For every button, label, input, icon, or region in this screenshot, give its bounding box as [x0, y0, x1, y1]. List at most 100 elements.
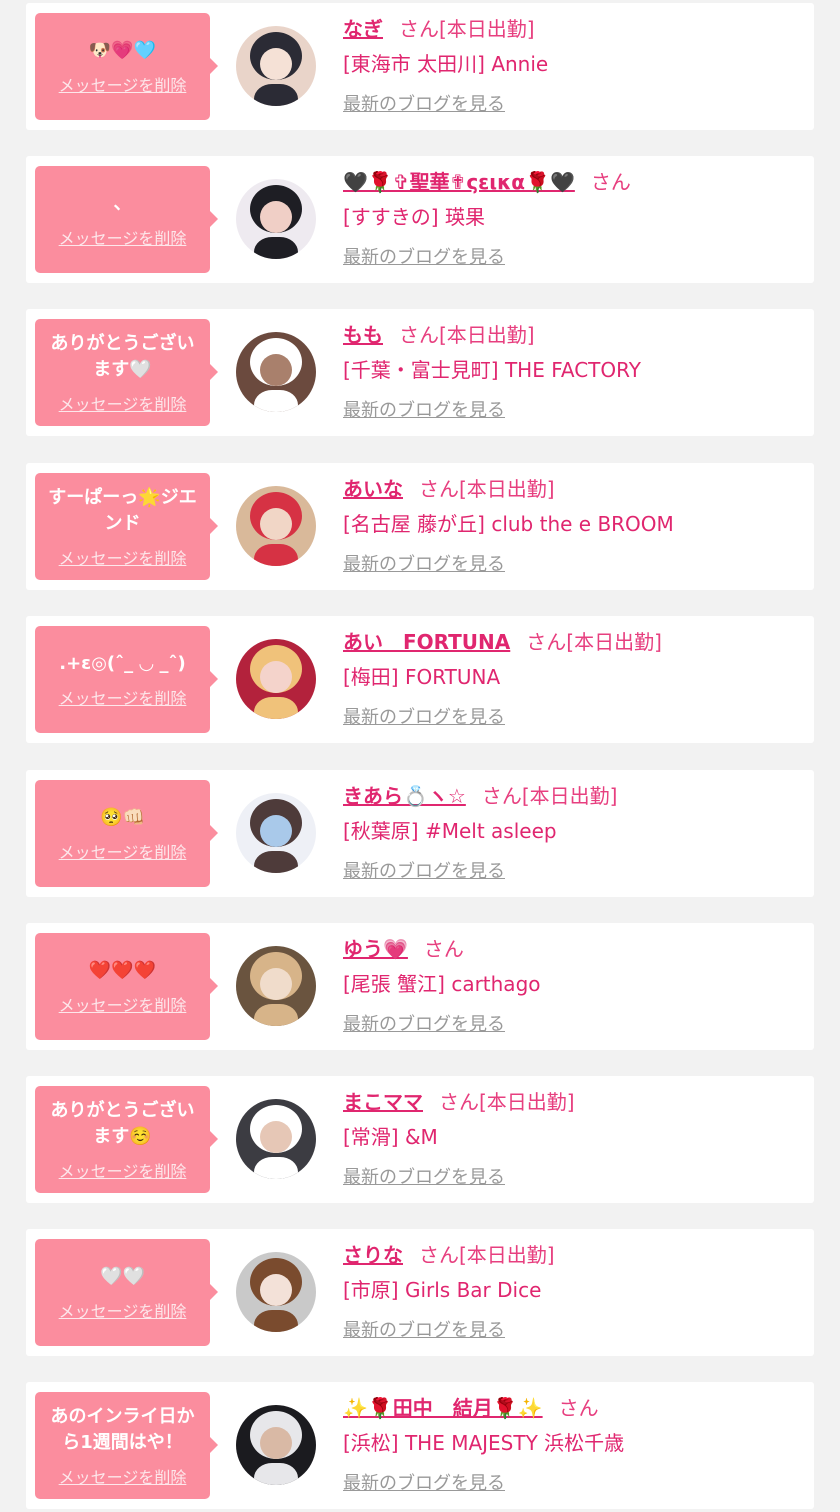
message-bubble: ありがとうござい ます☺️ メッセージを削除	[35, 1086, 218, 1193]
delete-message-link[interactable]: メッセージを削除	[59, 992, 187, 1016]
cast-name-line: なぎ さん[本日出勤]	[343, 15, 535, 43]
attendance-status: [本日出勤]	[459, 1243, 555, 1267]
avatar-photo	[236, 1099, 316, 1179]
avatar[interactable]	[236, 946, 316, 1026]
honorific-label: さん	[419, 1243, 459, 1267]
honorific-label: さん	[590, 170, 631, 194]
message-text: 🥺👊🏻	[100, 806, 145, 828]
shop-info: [秋葉原] #Melt asleep	[343, 819, 557, 843]
honorific-label: さん	[419, 477, 459, 501]
message-card: ありがとうござい ます☺️ メッセージを削除 まこママ さん[本日出勤] [常滑]…	[26, 1076, 814, 1203]
avatar[interactable]	[236, 793, 316, 873]
avatar[interactable]	[236, 639, 316, 719]
message-text: すーぱーっ🌟ジエ ンド	[48, 486, 197, 534]
message-bubble: 🤍🤍 メッセージを削除	[35, 1239, 218, 1346]
latest-blog-link[interactable]: 最新のブログを見る	[343, 1012, 505, 1038]
message-card: .+ε◎(ˆ_ ◡ _ˆ) メッセージを削除 あい FORTUNA さん[本日出勤…	[26, 616, 814, 743]
honorific-label: さん	[481, 784, 522, 808]
cast-name-line: 🖤🌹✞聖華✟ςεικα🌹🖤 さん	[343, 168, 631, 196]
latest-blog-link[interactable]: 最新のブログを見る	[343, 92, 505, 118]
delete-message-link[interactable]: メッセージを削除	[59, 839, 187, 863]
message-bubble: 🐶💗🩵 メッセージを削除	[35, 13, 218, 120]
shop-info: [すすきの] 瑛果	[343, 205, 485, 229]
cast-name-link[interactable]: あい FORTUNA	[343, 630, 510, 654]
message-card: すーぱーっ🌟ジエ ンド メッセージを削除 あいな さん[本日出勤] [名古屋 藤が…	[26, 463, 814, 590]
cast-name-line: あいな さん[本日出勤]	[343, 475, 555, 503]
delete-message-link[interactable]: メッセージを削除	[59, 1158, 187, 1182]
honorific-label: さん	[558, 1396, 599, 1420]
message-card: 🐶💗🩵 メッセージを削除 なぎ さん[本日出勤] [東海市 太田川] Annie …	[26, 3, 814, 130]
message-text: 🤍🤍	[100, 1265, 145, 1287]
delete-message-link[interactable]: メッセージを削除	[59, 391, 187, 415]
message-text: ❤️❤️❤️	[88, 959, 157, 981]
message-text: .+ε◎(ˆ_ ◡ _ˆ)	[59, 652, 186, 674]
avatar-photo	[236, 179, 316, 259]
avatar-photo	[236, 332, 316, 412]
avatar[interactable]	[236, 332, 316, 412]
cast-name-link[interactable]: きあら💍ヽ☆	[343, 784, 466, 808]
latest-blog-link[interactable]: 最新のブログを見る	[343, 1165, 505, 1191]
avatar[interactable]	[236, 1405, 316, 1485]
shop-info: [市原] Girls Bar Dice	[343, 1278, 542, 1302]
message-text: 🐶💗🩵	[88, 39, 157, 61]
cast-name-line: さりな さん[本日出勤]	[343, 1241, 555, 1269]
honorific-label: さん	[439, 1090, 479, 1114]
latest-blog-link[interactable]: 最新のブログを見る	[343, 552, 505, 578]
avatar-photo	[236, 1405, 316, 1485]
message-bubble: すーぱーっ🌟ジエ ンド メッセージを削除	[35, 473, 218, 580]
message-card: 🥺👊🏻 メッセージを削除 きあら💍ヽ☆ さん[本日出勤] [秋葉原] #Melt …	[26, 770, 814, 897]
message-bubble: 🥺👊🏻 メッセージを削除	[35, 780, 218, 887]
cast-name-link[interactable]: なぎ	[343, 17, 383, 41]
message-card: あのインライ日か ら1週間はや！ メッセージを削除 ✨🌹田中 結月🌹✨ さん [浜…	[26, 1382, 814, 1509]
latest-blog-link[interactable]: 最新のブログを見る	[343, 398, 505, 424]
honorific-label: さん	[526, 630, 567, 654]
avatar-photo	[236, 486, 316, 566]
avatar[interactable]	[236, 486, 316, 566]
avatar[interactable]	[236, 179, 316, 259]
avatar[interactable]	[236, 26, 316, 106]
attendance-status: [本日出勤]	[439, 323, 535, 347]
delete-message-link[interactable]: メッセージを削除	[59, 1298, 187, 1322]
avatar-photo	[236, 793, 316, 873]
cast-name-line: まこママ さん[本日出勤]	[343, 1088, 575, 1116]
avatar[interactable]	[236, 1252, 316, 1332]
delete-message-link[interactable]: メッセージを削除	[59, 1464, 187, 1488]
attendance-status: [本日出勤]	[439, 17, 535, 41]
cast-name-link[interactable]: 🖤🌹✞聖華✟ςεικα🌹🖤	[343, 170, 575, 194]
cast-name-line: きあら💍ヽ☆ さん[本日出勤]	[343, 782, 617, 810]
avatar-photo	[236, 946, 316, 1026]
message-card: ❤️❤️❤️ メッセージを削除 ゆう💗 さん [尾張 蟹江] carthago 最…	[26, 923, 814, 1050]
latest-blog-link[interactable]: 最新のブログを見る	[343, 1318, 505, 1344]
message-card: 、 メッセージを削除 🖤🌹✞聖華✟ςεικα🌹🖤 さん [すすきの] 瑛果 最新の…	[26, 156, 814, 283]
latest-blog-link[interactable]: 最新のブログを見る	[343, 245, 505, 271]
latest-blog-link[interactable]: 最新のブログを見る	[343, 705, 505, 731]
cast-name-link[interactable]: ✨🌹田中 結月🌹✨	[343, 1396, 543, 1420]
cast-name-line: ゆう💗 さん	[343, 935, 464, 963]
cast-name-link[interactable]: まこママ	[343, 1090, 423, 1114]
cast-name-link[interactable]: ゆう💗	[343, 937, 408, 961]
latest-blog-link[interactable]: 最新のブログを見る	[343, 1471, 505, 1497]
cast-name-link[interactable]: あいな	[343, 477, 403, 501]
message-text: ありがとうござい ます🤍	[50, 332, 195, 380]
cast-name-line: あい FORTUNA さん[本日出勤]	[343, 628, 662, 656]
cast-name-line: もも さん[本日出勤]	[343, 321, 535, 349]
delete-message-link[interactable]: メッセージを削除	[59, 72, 187, 96]
message-list: 🐶💗🩵 メッセージを削除 なぎ さん[本日出勤] [東海市 太田川] Annie …	[0, 0, 840, 1512]
message-bubble: ありがとうござい ます🤍 メッセージを削除	[35, 319, 218, 426]
avatar[interactable]	[236, 1099, 316, 1179]
honorific-label: さん	[423, 937, 464, 961]
cast-name-link[interactable]: もも	[343, 323, 383, 347]
message-bubble: あのインライ日か ら1週間はや！ メッセージを削除	[35, 1392, 218, 1499]
delete-message-link[interactable]: メッセージを削除	[59, 685, 187, 709]
attendance-status: [本日出勤]	[521, 784, 618, 808]
delete-message-link[interactable]: メッセージを削除	[59, 545, 187, 569]
latest-blog-link[interactable]: 最新のブログを見る	[343, 859, 505, 885]
cast-name-link[interactable]: さりな	[343, 1243, 403, 1267]
honorific-label: さん	[399, 17, 439, 41]
attendance-status: [本日出勤]	[566, 630, 662, 654]
delete-message-link[interactable]: メッセージを削除	[59, 225, 187, 249]
attendance-status: [本日出勤]	[459, 477, 555, 501]
avatar-photo	[236, 26, 316, 106]
avatar-photo	[236, 639, 316, 719]
cast-name-line: ✨🌹田中 結月🌹✨ さん	[343, 1394, 599, 1422]
